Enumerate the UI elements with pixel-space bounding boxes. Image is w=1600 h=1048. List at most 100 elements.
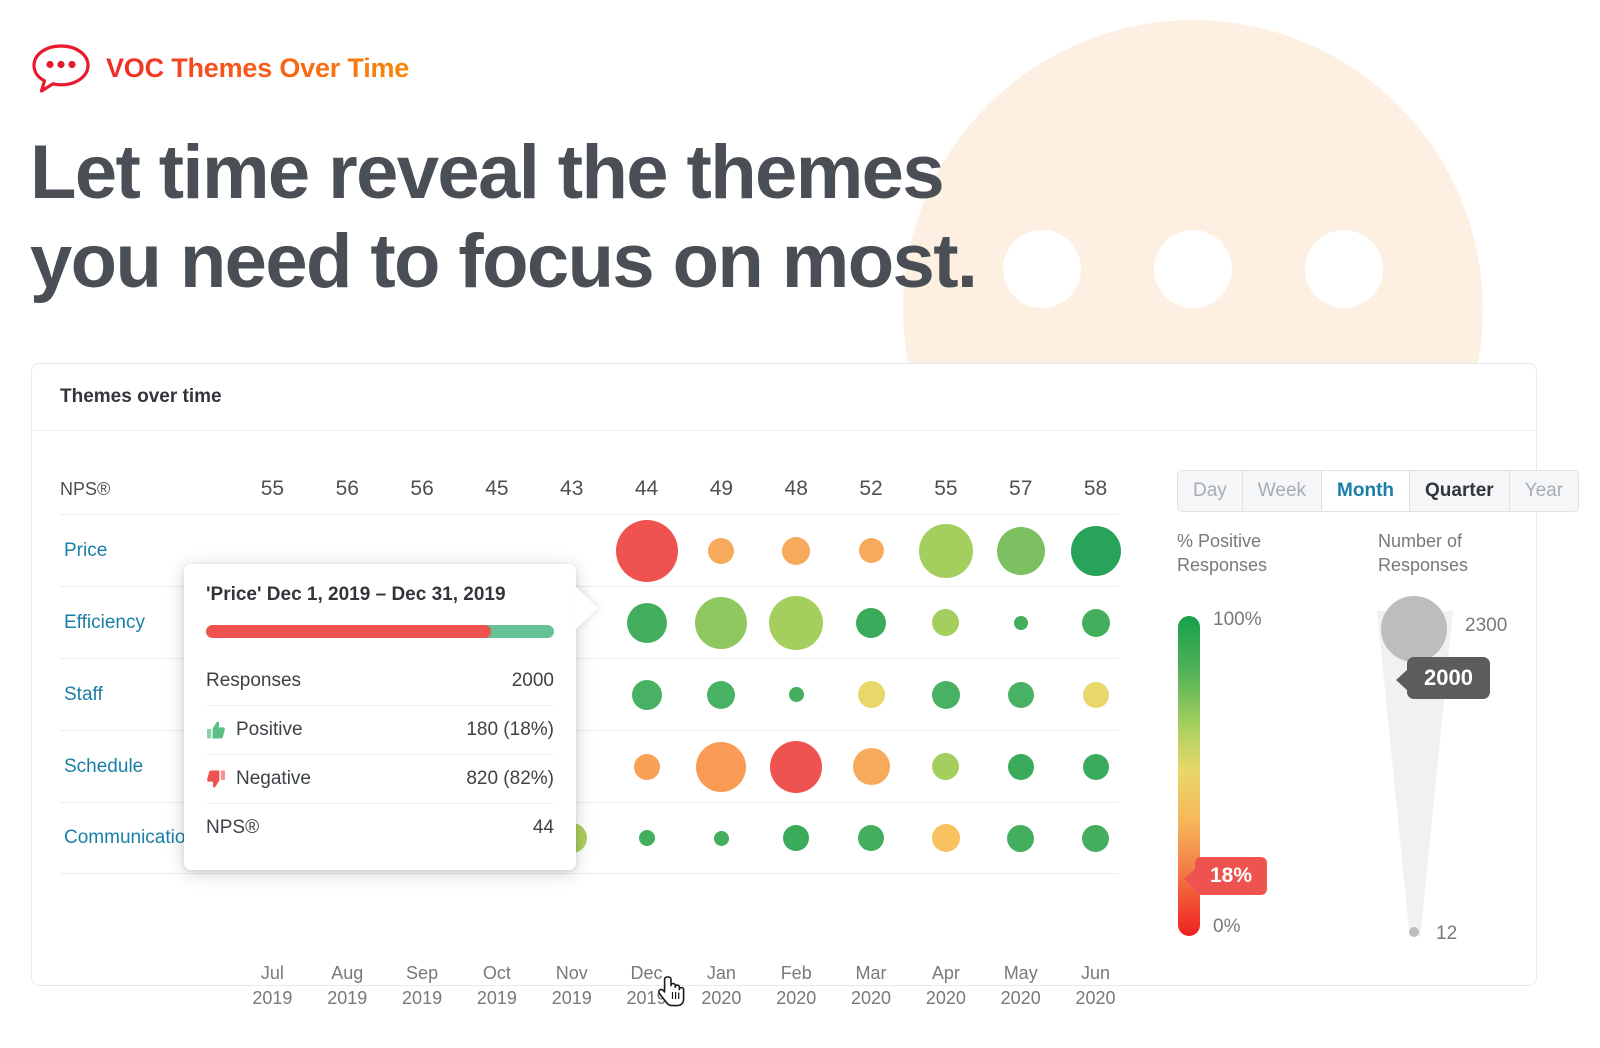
chart-cell (759, 515, 834, 587)
chart-bubble[interactable] (858, 825, 885, 851)
tooltip-label-negative: Negative (236, 768, 311, 789)
chart-bubble[interactable] (626, 602, 667, 643)
chart-cell (983, 587, 1058, 659)
chart-cell (983, 515, 1058, 587)
chart-bubble[interactable] (1082, 753, 1109, 780)
speech-bubble-icon (30, 42, 92, 94)
chart-cell (684, 515, 759, 587)
chart-bubble[interactable] (1007, 824, 1035, 852)
chart-cell (759, 802, 834, 874)
period-selector[interactable]: Day Week Month Quarter Year (1177, 470, 1580, 512)
month-label: Aug 2019 (327, 963, 368, 1008)
period-option-week[interactable]: Week (1242, 471, 1323, 511)
chart-bubble[interactable] (1070, 525, 1121, 576)
tooltip-label-responses: Responses (206, 670, 302, 691)
chart-bubble[interactable] (852, 748, 890, 785)
chart-bubble[interactable] (857, 681, 885, 708)
chart-cell (684, 802, 759, 874)
chart-bubble[interactable] (1082, 824, 1110, 852)
decorative-dot (1305, 230, 1383, 308)
legend-panel: Day Week Month Quarter Year % Positive Respo… (1145, 431, 1580, 986)
nps-value: 45 (485, 477, 509, 500)
chart-bubble[interactable] (769, 595, 824, 650)
chart-bubble[interactable] (696, 741, 747, 792)
theme-row-label-efficiency[interactable]: Efficiency (64, 612, 145, 634)
period-option-quarter[interactable]: Quarter (1410, 471, 1510, 511)
response-size-callout: 2000 (1396, 657, 1490, 699)
sentiment-bar (206, 625, 554, 638)
nps-value: 48 (784, 477, 808, 500)
theme-row-label-schedule[interactable]: Schedule (64, 756, 143, 778)
response-size-min-circle (1409, 927, 1419, 937)
chart-bubble-selected[interactable] (615, 519, 678, 582)
month-label: Dec 2019 (626, 963, 667, 1008)
thumbs-up-icon (206, 720, 226, 740)
month-label: Apr 2020 (925, 963, 966, 1008)
nps-value: 44 (634, 477, 659, 500)
chart-cell (609, 587, 684, 659)
nps-header-row: NPS® 55 56 56 45 43 44 49 48 52 55 57 58 (32, 469, 1145, 509)
chart-bubble[interactable] (856, 607, 887, 638)
chart-bubble[interactable] (631, 679, 662, 710)
chart-bubble[interactable] (996, 526, 1045, 575)
tooltip-value-negative: 820 (82%) (466, 768, 554, 789)
chart-bubble[interactable] (1007, 681, 1034, 708)
chart-bubble[interactable] (1013, 615, 1028, 630)
month-label: Mar 2020 (851, 963, 892, 1008)
themes-over-time-card: Themes over time NPS® 55 56 56 45 43 44 49 48 52… (31, 363, 1580, 1008)
chart-cell (834, 587, 909, 659)
chart-bubble[interactable] (782, 536, 811, 565)
tooltip-row-positive: Positive 180 (18%) (206, 705, 554, 754)
gradient-max-label: 100% (1213, 609, 1262, 630)
decorative-bubble-dots (1003, 230, 1383, 310)
month-label: Jan 2020 (701, 963, 742, 1008)
page-headline: Let time reveal the themes you need to f… (30, 130, 978, 304)
chart-bubble[interactable] (638, 830, 655, 846)
tooltip-value-positive: 180 (18%) (466, 719, 554, 740)
chart-cell (759, 731, 834, 803)
chart-bubble[interactable] (931, 680, 960, 709)
chart-cell (759, 659, 834, 731)
chart-bubble[interactable] (932, 753, 960, 780)
chart-bubble[interactable] (788, 687, 804, 702)
chart-cell (983, 731, 1058, 803)
chart-bubble[interactable] (708, 537, 735, 564)
chart-cell (908, 587, 983, 659)
chart-bubble[interactable] (707, 680, 736, 709)
chart-bubble[interactable] (713, 830, 729, 846)
chart-cell (1058, 731, 1133, 803)
period-option-month[interactable]: Month (1322, 471, 1411, 511)
chart-cell (684, 731, 759, 803)
chart-cell (908, 515, 983, 587)
chart-cell (609, 731, 684, 803)
month-label: Jul 2019 (252, 963, 293, 1008)
theme-row-label-price[interactable]: Price (64, 540, 107, 562)
chart-bubble[interactable] (1007, 753, 1034, 780)
chart-cell (609, 802, 684, 874)
nps-values: 55 56 56 45 43 44 49 48 52 55 57 58 (235, 477, 1133, 501)
chart-cell (684, 659, 759, 731)
chart-bubble[interactable] (1081, 608, 1110, 637)
chart-bubble[interactable] (1082, 681, 1109, 708)
chart-cell (1058, 515, 1133, 587)
tooltip-label-nps: NPS® (206, 817, 260, 838)
chart-bubble[interactable] (633, 753, 660, 780)
period-option-year[interactable]: Year (1509, 471, 1579, 511)
theme-row-label-staff[interactable]: Staff (64, 684, 103, 706)
nps-value: 58 (1083, 477, 1108, 500)
tooltip-value-nps: 44 (532, 817, 554, 838)
month-label: Nov 2019 (551, 963, 592, 1008)
chart-bubble[interactable] (858, 538, 884, 563)
period-option-day[interactable]: Day (1178, 471, 1243, 511)
chart-bubble[interactable] (931, 824, 960, 852)
chart-bubble[interactable] (770, 740, 823, 793)
thumbs-down-icon (206, 769, 226, 789)
nps-value: 55 (260, 477, 285, 500)
chart-bubble[interactable] (695, 596, 748, 649)
theme-row-label-communication[interactable]: Communication (64, 827, 196, 849)
chart-bubble[interactable] (932, 609, 960, 636)
chart-bubble[interactable] (783, 825, 810, 851)
nps-value: 43 (560, 477, 584, 500)
chart-bubble[interactable] (918, 523, 973, 578)
number-of-responses-legend-title: Number of Responses (1378, 531, 1469, 575)
